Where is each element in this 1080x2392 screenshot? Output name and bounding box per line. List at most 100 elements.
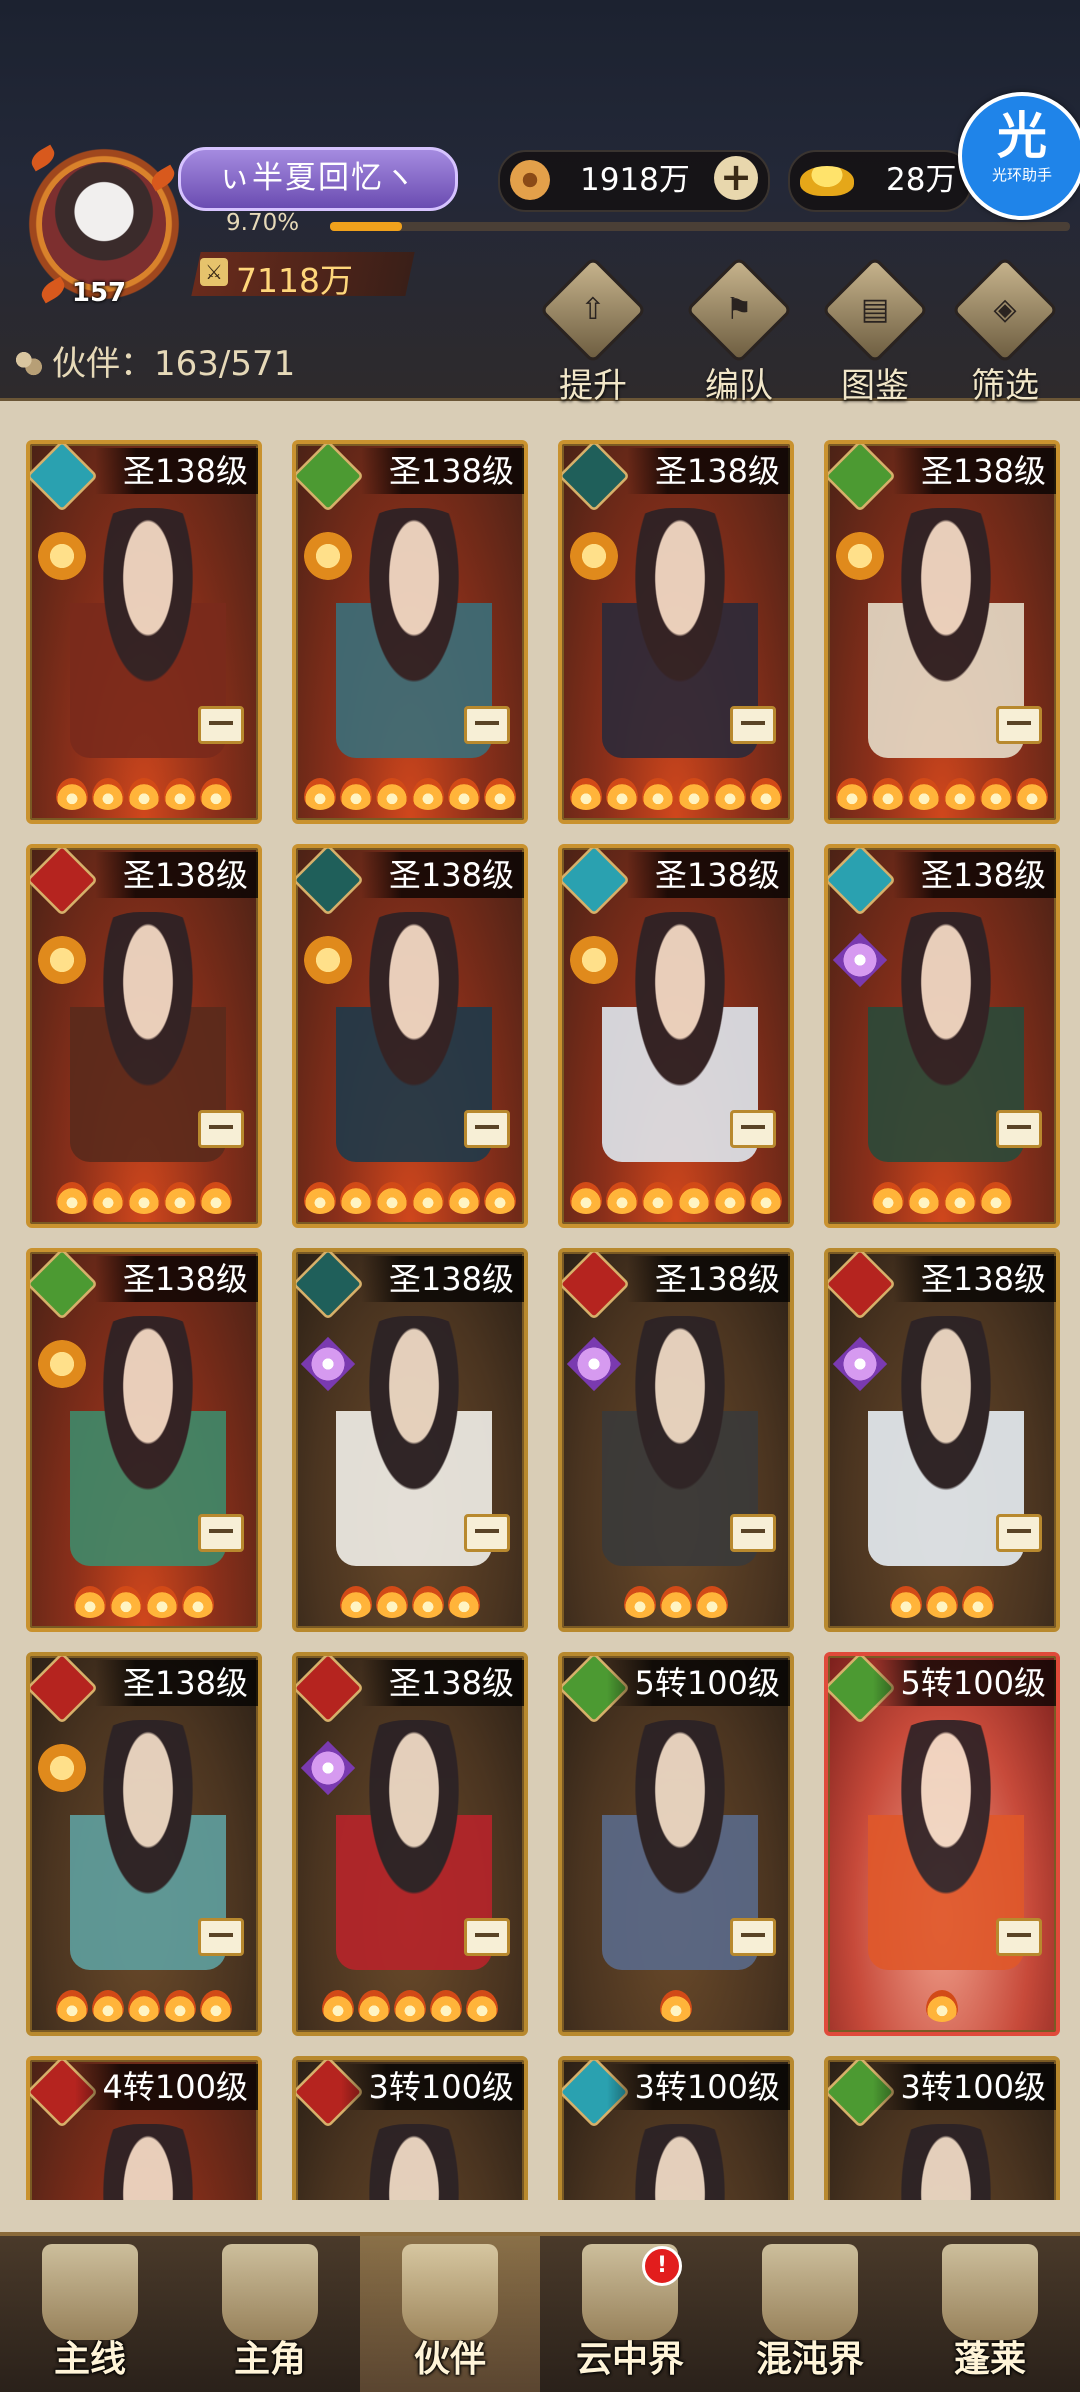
formation-button[interactable]: ⚑ 编队 xyxy=(684,256,794,406)
main-quest-icon xyxy=(42,2244,138,2340)
partner-card[interactable]: 圣138级 xyxy=(26,440,262,824)
water-element-icon xyxy=(828,848,897,917)
awaken-flames xyxy=(296,1182,524,1218)
equipment-chip-icon xyxy=(996,1514,1042,1552)
partner-card[interactable]: 圣138级 xyxy=(26,1248,262,1632)
nav-chaos-realm[interactable]: 混沌界 xyxy=(720,2236,900,2392)
fire-element-icon xyxy=(30,848,99,917)
partner-level: 圣138级 xyxy=(94,1256,258,1302)
awaken-flames xyxy=(828,1182,1056,1218)
player-name-plate[interactable]: ぃ半夏回忆ヽ xyxy=(178,147,458,211)
partner-card[interactable]: 圣138级 xyxy=(558,440,794,824)
filter-button[interactable]: ◈ 筛选 xyxy=(950,256,1060,406)
partner-level: 5转100级 xyxy=(606,1660,790,1706)
flame-icon xyxy=(642,778,674,810)
top-header: 157 ぃ半夏回忆ヽ 9.70% ⚔ 7118万 1918万 + 28万 光 光… xyxy=(0,0,1080,406)
partner-card[interactable]: 圣138级 xyxy=(824,844,1060,1228)
partner-level: 圣138级 xyxy=(94,448,258,494)
flame-icon xyxy=(872,778,904,810)
equipment-chip-icon xyxy=(198,706,244,744)
rank-badge-icon xyxy=(570,532,618,580)
flame-icon xyxy=(376,1182,408,1214)
equipment-chip-icon xyxy=(464,1918,510,1956)
partner-card[interactable]: 圣138级 xyxy=(824,440,1060,824)
partner-level: 3转100级 xyxy=(606,2064,790,2110)
partner-level: 4转100级 xyxy=(74,2064,258,2110)
flame-icon xyxy=(980,1182,1012,1214)
awaken-flames xyxy=(828,1586,1056,1622)
wood-element-icon xyxy=(30,1252,99,1321)
flame-icon xyxy=(962,1586,994,1618)
partner-card[interactable]: 3转100级 xyxy=(292,2056,528,2200)
partner-portrait xyxy=(70,2124,226,2200)
penglai-icon xyxy=(942,2244,1038,2340)
nav-partner[interactable]: 伙伴 xyxy=(360,2236,540,2392)
player-avatar[interactable] xyxy=(42,162,166,286)
flame-icon xyxy=(340,778,372,810)
partner-count: 伙伴：163/571 xyxy=(14,336,295,385)
flame-icon xyxy=(340,1182,372,1214)
rank-badge-icon xyxy=(304,532,352,580)
partner-level: 圣138级 xyxy=(360,448,524,494)
partner-icon xyxy=(402,2244,498,2340)
partner-card[interactable]: 4转100级 xyxy=(26,2056,262,2200)
awaken-flames xyxy=(828,1990,1056,2026)
partner-level: 圣138级 xyxy=(360,1660,524,1706)
flame-icon xyxy=(750,1182,782,1214)
partner-card[interactable]: 圣138级 xyxy=(558,844,794,1228)
fire-element-icon xyxy=(828,1252,897,1321)
upgrade-button[interactable]: ⇧ 提升 xyxy=(538,256,648,406)
player-level: 157 xyxy=(71,278,127,308)
awaken-flames xyxy=(296,778,524,814)
flame-icon xyxy=(606,778,638,810)
flame-icon xyxy=(570,1182,602,1214)
awaken-flames xyxy=(30,1586,258,1622)
partner-card[interactable]: 圣138级 xyxy=(26,1652,262,2036)
handbook-button[interactable]: ▤ 图鉴 xyxy=(820,256,930,406)
flame-icon xyxy=(484,778,516,810)
partner-card[interactable]: 圣138级 xyxy=(26,844,262,1228)
partner-card[interactable]: 5转100级 xyxy=(824,1652,1060,2036)
flame-icon xyxy=(1016,778,1048,810)
nav-penglai[interactable]: 蓬莱 xyxy=(900,2236,1080,2392)
flame-icon xyxy=(908,778,940,810)
partner-portrait xyxy=(336,2124,492,2200)
water-element-icon xyxy=(562,848,631,917)
partner-card[interactable]: 5转100级 xyxy=(558,1652,794,2036)
partner-card[interactable]: 圣138级 xyxy=(292,440,528,824)
flame-icon xyxy=(926,1990,958,2022)
partner-level: 圣138级 xyxy=(360,852,524,898)
partner-card[interactable]: 3转100级 xyxy=(558,2056,794,2200)
partner-label: 伙伴： xyxy=(52,344,154,384)
equipment-chip-icon xyxy=(198,1110,244,1148)
add-coins-button[interactable]: + xyxy=(714,156,758,200)
partner-level: 圣138级 xyxy=(626,1256,790,1302)
handbook-label: 图鉴 xyxy=(841,366,909,406)
rank-badge-icon xyxy=(304,936,352,984)
nav-cloud-realm[interactable]: 云中界! xyxy=(540,2236,720,2392)
partner-card[interactable]: 圣138级 xyxy=(292,1248,528,1632)
flame-icon xyxy=(696,1586,728,1618)
partner-card[interactable]: 3转100级 xyxy=(824,2056,1060,2200)
rank-badge-icon xyxy=(38,1340,86,1388)
assistant-float-button[interactable]: 光 光环助手 xyxy=(958,92,1080,220)
nav-main-quest[interactable]: 主线 xyxy=(0,2236,180,2392)
fire-element-icon xyxy=(296,1656,365,1725)
flame-icon xyxy=(376,778,408,810)
flame-icon xyxy=(926,1586,958,1618)
partner-card[interactable]: 圣138级 xyxy=(292,1652,528,2036)
awaken-flames xyxy=(30,1990,258,2026)
awaken-flames xyxy=(296,1990,524,2026)
flame-icon xyxy=(164,778,196,810)
partner-level: 5转100级 xyxy=(872,1660,1056,1706)
flame-icon xyxy=(92,1182,124,1214)
partner-portrait xyxy=(602,2124,758,2200)
nav-hero[interactable]: 主角 xyxy=(180,2236,360,2392)
partner-card[interactable]: 圣138级 xyxy=(824,1248,1060,1632)
partner-card[interactable]: 圣138级 xyxy=(558,1248,794,1632)
formation-label: 编队 xyxy=(705,366,773,406)
flame-icon xyxy=(660,1586,692,1618)
partner-card[interactable]: 圣138级 xyxy=(292,844,528,1228)
equipment-chip-icon xyxy=(464,706,510,744)
upgrade-label: 提升 xyxy=(559,366,627,406)
